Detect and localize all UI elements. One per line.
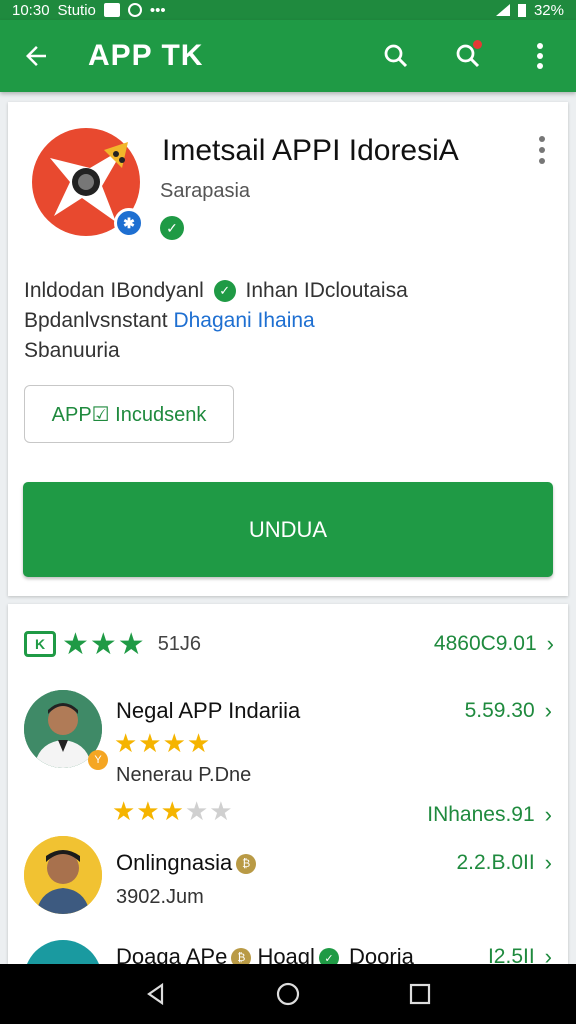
- nav-back-icon: [147, 982, 164, 1006]
- chevron-right-icon: ›: [544, 802, 552, 827]
- review-sub-value: INhanes.91: [427, 803, 535, 826]
- card-menu-dot: [539, 136, 545, 142]
- status-battery: 32%: [533, 1, 564, 19]
- review-value: 2.2.B.0II: [456, 851, 535, 874]
- chevron-right-icon: ›: [544, 944, 552, 964]
- app-header-card: ✱ Imetsail APPI IdoresiA Sarapasia ✓ Inl…: [8, 102, 568, 596]
- arrow-left-icon: [26, 46, 46, 66]
- reviewer-name-c: Dooria: [349, 944, 414, 964]
- review-stars: ★★★★: [114, 728, 211, 759]
- nav-back-button[interactable]: [136, 974, 176, 1014]
- category-chip[interactable]: APP☑ Incudsenk: [24, 385, 234, 443]
- battery-icon: [517, 3, 526, 17]
- review-subtitle: Nenerau P.Dne: [116, 764, 252, 786]
- meta-rating-label: Inhan IDcloutaisa: [245, 279, 408, 302]
- meta-line-1: Inldodan IBondyanl ✓ Inhan IDcloutaisa: [24, 276, 408, 306]
- card-menu-dot: [539, 158, 545, 164]
- notification-dot: [473, 40, 482, 49]
- meta-link[interactable]: Dhagani Ihaina: [173, 309, 314, 332]
- avatar: [24, 940, 102, 964]
- list-item[interactable]: Onlingnasia ₿ 2.2.B.0II › 3902.Jum: [8, 836, 568, 926]
- status-bar: 10:30 Stutio ••• 32%: [0, 0, 576, 20]
- search-notify-button[interactable]: [432, 20, 504, 92]
- summary-count: 51J6: [157, 632, 202, 655]
- nav-home-button[interactable]: [268, 974, 308, 1014]
- stars-on: ★★★★: [114, 728, 212, 758]
- search-button[interactable]: [360, 20, 432, 92]
- nav-recents-button[interactable]: [400, 974, 440, 1014]
- reviewer-name-b: Hoagl: [257, 944, 315, 964]
- meta-downloads: Bpdanlvsnstant: [24, 309, 168, 332]
- coin-icon: ₿: [236, 854, 257, 875]
- nav-recents-icon: [409, 983, 431, 1005]
- reviewer-name: Doaga APe ₿ Hoagl ✓ Dooria: [116, 944, 414, 964]
- more-notifications-icon: •••: [149, 1, 166, 19]
- app-badge-icon: ✱: [114, 208, 144, 238]
- card-menu-dot: [539, 147, 545, 153]
- check-icon: ✓: [213, 280, 236, 303]
- person-avatar-icon: [24, 836, 102, 914]
- reviewer-name-a: Doaga APe: [116, 944, 228, 964]
- review-subtitle: 3902.Jum: [116, 886, 204, 908]
- app-meta: Inldodan IBondyanl ✓ Inhan IDcloutaisa B…: [24, 276, 408, 366]
- kebab-menu-icon: [537, 43, 543, 69]
- status-time: 10:30: [12, 1, 50, 19]
- verified-icon: ✓: [160, 216, 184, 240]
- stars-on: ★★★: [112, 796, 185, 826]
- reviewer-name: Negal APP Indariia: [116, 698, 301, 723]
- back-button[interactable]: [0, 20, 72, 92]
- signal-icon: [495, 4, 510, 16]
- chevron-right-icon: ›: [544, 698, 552, 723]
- reviewer-name: Onlingnasia ₿: [116, 850, 257, 876]
- status-carrier: Stutio: [57, 1, 96, 19]
- nav-home-icon: [276, 982, 300, 1006]
- app-icon: ✱: [32, 128, 144, 238]
- reviews-card: K ★★★ 51J6 4860C9.01 › Y Negal APP Indar…: [8, 604, 568, 964]
- chevron-right-icon: ›: [544, 850, 552, 875]
- app-developer[interactable]: Sarapasia: [160, 180, 250, 203]
- meta-category: Inldodan IBondyanl: [24, 279, 204, 302]
- check-icon: ✓: [318, 948, 339, 964]
- coin-icon: ₿: [231, 948, 252, 964]
- meta-line-3: Sbanuuria: [24, 336, 408, 366]
- review-sub-stars: ★★★★★: [112, 796, 234, 827]
- overflow-menu-button[interactable]: [504, 20, 576, 92]
- meta-line-2: Bpdanlvsnstant Dhagani Ihaina: [24, 306, 408, 336]
- summary-stars: ★★★: [62, 627, 146, 661]
- review-value: I2.5II: [487, 945, 535, 964]
- navigation-bar: [0, 964, 576, 1024]
- card-menu-button[interactable]: [538, 136, 546, 164]
- search-icon: [384, 44, 408, 68]
- rating-summary[interactable]: K ★★★ 51J6 4860C9.01 ›: [24, 627, 554, 661]
- avatar-badge-icon: Y: [88, 750, 108, 770]
- app-bar-title: APP TK: [88, 39, 204, 72]
- summary-value: 4860C9.01: [433, 632, 537, 655]
- install-button[interactable]: UNDUA: [23, 482, 553, 577]
- reviewer-name-text: Onlingnasia: [116, 850, 233, 875]
- app-bar: APP TK: [0, 20, 576, 92]
- sync-icon: [127, 3, 142, 17]
- screen: 10:30 Stutio ••• 32% APP TK ✱ Imetsail A…: [0, 0, 576, 1024]
- avatar: [24, 836, 102, 914]
- message-icon: [103, 3, 120, 17]
- list-item[interactable]: Doaga APe ₿ Hoagl ✓ Dooria I2.5II ›: [8, 940, 568, 964]
- app-title: Imetsail APPI IdoresiA: [162, 134, 459, 167]
- meta-age: Sbanuuria: [24, 339, 120, 362]
- stars-off: ★★: [184, 796, 234, 826]
- chevron-right-icon: ›: [546, 631, 554, 656]
- review-icon: K: [24, 631, 56, 657]
- review-value: 5.59.30: [464, 699, 535, 722]
